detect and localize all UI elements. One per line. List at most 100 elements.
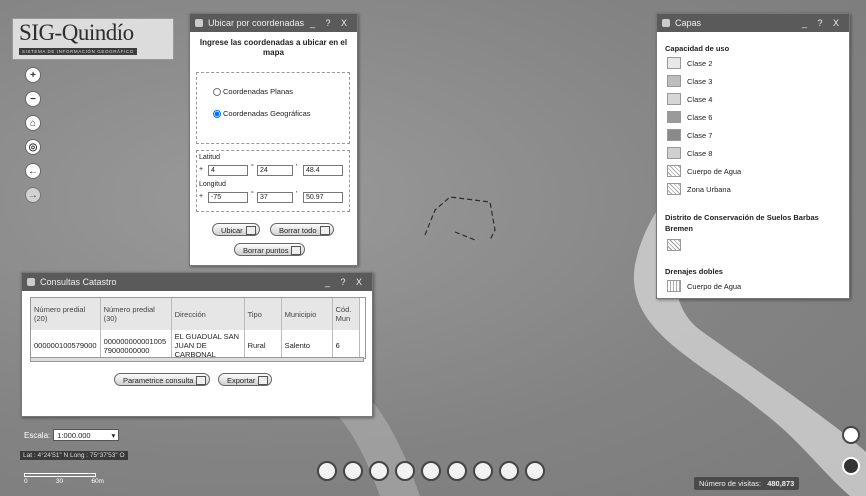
locate-button[interactable]: ◎ [25,139,41,155]
longitude-label: Longitud [199,181,226,188]
cell: 000000100579000 [31,330,101,358]
panel-icon [27,278,35,286]
layers-panel: Capas _ ? X Capacidad de uso Clase 2 Clas… [656,13,850,299]
logo-subtitle: Sistema de Información Geográfico [19,48,137,55]
clear-points-button[interactable]: Borrar puntos [234,243,306,256]
zoom-in-button[interactable]: + [25,67,41,83]
export-button[interactable]: Exportar [218,373,273,386]
legend-label: Clase 6 [687,112,713,122]
coordinates-readout: Lat : 4°24'51" N Long : 75°37'53" O [20,451,128,460]
legend-item[interactable]: Clase 8 [667,146,712,160]
legend-label: Clase 8 [687,148,713,158]
panel-window-controls[interactable]: _ ? X [310,14,351,32]
cell: 000000000001005 79000000000 [100,330,172,358]
longitude-seconds-input[interactable]: 50.97 [303,192,343,203]
zoom-out-button[interactable]: − [25,91,41,107]
longitude-sign: + [199,193,204,200]
tool-measure-button[interactable] [395,461,415,481]
tool-layers-button[interactable] [343,461,363,481]
cadastral-panel: Consultas Catastro _ ? X Número predial … [21,272,373,417]
radio-geograficas[interactable] [213,109,221,118]
col-numero-30[interactable]: Número predial (30) [100,298,172,330]
scale-select[interactable]: 1:000.000 ▾ [53,429,120,441]
latitude-degrees-input[interactable]: 4 [208,165,248,176]
coordinates-panel-title: Ubicar por coordenadas [208,18,305,28]
col-direccion[interactable]: Dirección [171,298,245,330]
cadastral-panel-title: Consultas Catastro [40,277,117,287]
legend-item[interactable]: Cuerpo de Agua [667,164,741,178]
back-button[interactable]: ← [25,163,41,179]
visit-counter-label: Número de visitas: [699,479,762,488]
table-scrollbar[interactable] [30,357,364,362]
legend-swatch [667,111,681,123]
legend-label: Cuerpo de Agua [687,281,742,291]
home-button[interactable]: ⌂ [25,115,41,131]
legend-item[interactable]: Clase 2 [667,56,712,70]
longitude-degrees-input[interactable]: -75 [208,192,248,203]
tool-info-button[interactable] [317,461,337,481]
legend-item[interactable]: Clase 6 [667,110,712,124]
scale-bar-label: 30 [55,478,64,485]
legend-item[interactable]: Clase 7 [667,128,712,142]
legend-swatch [667,147,681,159]
locate-coordinates-button[interactable]: Ubicar [212,223,260,236]
col-municipio[interactable]: Municipio [281,298,333,330]
legend-item[interactable]: Clase 3 [667,74,712,88]
legend-swatch [667,280,681,292]
scale-control: Escala: 1:000.000 ▾ [24,429,120,441]
legend-item[interactable]: Clase 4 [667,92,712,106]
minute-symbol: ' [296,191,298,198]
col-tipo[interactable]: Tipo [244,298,282,330]
legend-swatch [667,165,681,177]
radio-planas[interactable] [213,87,221,96]
panel-window-controls[interactable]: _ ? X [802,14,843,32]
overview-map-button[interactable] [842,426,860,444]
plus-icon: + [30,69,36,81]
legend-swatch [667,75,681,87]
logo-title: SIG-Quindío [19,20,134,45]
option-planas-label: Coordenadas Planas [223,87,294,96]
cell: Salento [281,330,333,358]
clear-all-button[interactable]: Borrar todo [270,223,334,236]
legend-label: Zona Urbana [687,184,731,194]
legend-item-drenajes[interactable]: Cuerpo de Agua [667,279,741,293]
col-codigo[interactable]: Cód. Mun [332,298,360,330]
cadastral-panel-titlebar[interactable]: Consultas Catastro _ ? X [22,273,372,291]
option-geograficas-label: Coordenadas Geográficas [223,109,311,118]
option-planas[interactable]: Coordenadas Planas [213,87,293,96]
layer-group-capacidad: Capacidad de uso [665,44,730,53]
coordinate-input-group: Latitud + 4 ° 24 ' 48.4 Longitud + -75 °… [196,150,350,212]
tool-help-button[interactable] [525,461,545,481]
tool-locate-button[interactable] [473,461,493,481]
latitude-seconds-input[interactable]: 48.4 [303,165,343,176]
panel-icon [195,19,203,27]
col-numero-20[interactable]: Número predial (20) [31,298,101,330]
legend-item[interactable]: Zona Urbana [667,182,731,196]
option-geograficas[interactable]: Coordenadas Geográficas [213,109,311,118]
bottom-toolbar [317,461,545,481]
legend-swatch [667,183,681,195]
scale-label: Escala: [24,430,51,440]
cell: EL GUADUAL SAN JUAN DE CARBONAL [171,330,245,358]
coordinates-panel-titlebar[interactable]: Ubicar por coordenadas _ ? X [190,14,357,32]
home-icon: ⌂ [29,117,37,129]
longitude-minutes-input[interactable]: 37 [257,192,293,203]
table-row[interactable]: 000000100579000 000000000001005 79000000… [31,330,360,358]
target-icon: ◎ [28,141,38,153]
tool-draw-button[interactable] [447,461,467,481]
scale-bar-label: 0 [24,478,28,485]
chevron-down-icon: ▾ [111,431,116,440]
visit-counter: Número de visitas: 480,873 [694,477,800,490]
parametrice-query-button[interactable]: Parametrice consulta [114,373,211,386]
layers-panel-titlebar[interactable]: Capas _ ? X [657,14,849,32]
latitude-minutes-input[interactable]: 24 [257,165,293,176]
cell: 6 [332,330,360,358]
tool-print-button[interactable] [369,461,389,481]
tool-query-button[interactable] [499,461,519,481]
table-header-row: Número predial (20) Número predial (30) … [31,298,360,330]
fullscreen-button[interactable] [842,457,860,475]
tool-search-button[interactable] [421,461,441,481]
panel-window-controls[interactable]: _ ? X [325,273,366,291]
legend-item-distrito[interactable] [667,238,687,252]
forward-button[interactable]: → [25,187,41,203]
